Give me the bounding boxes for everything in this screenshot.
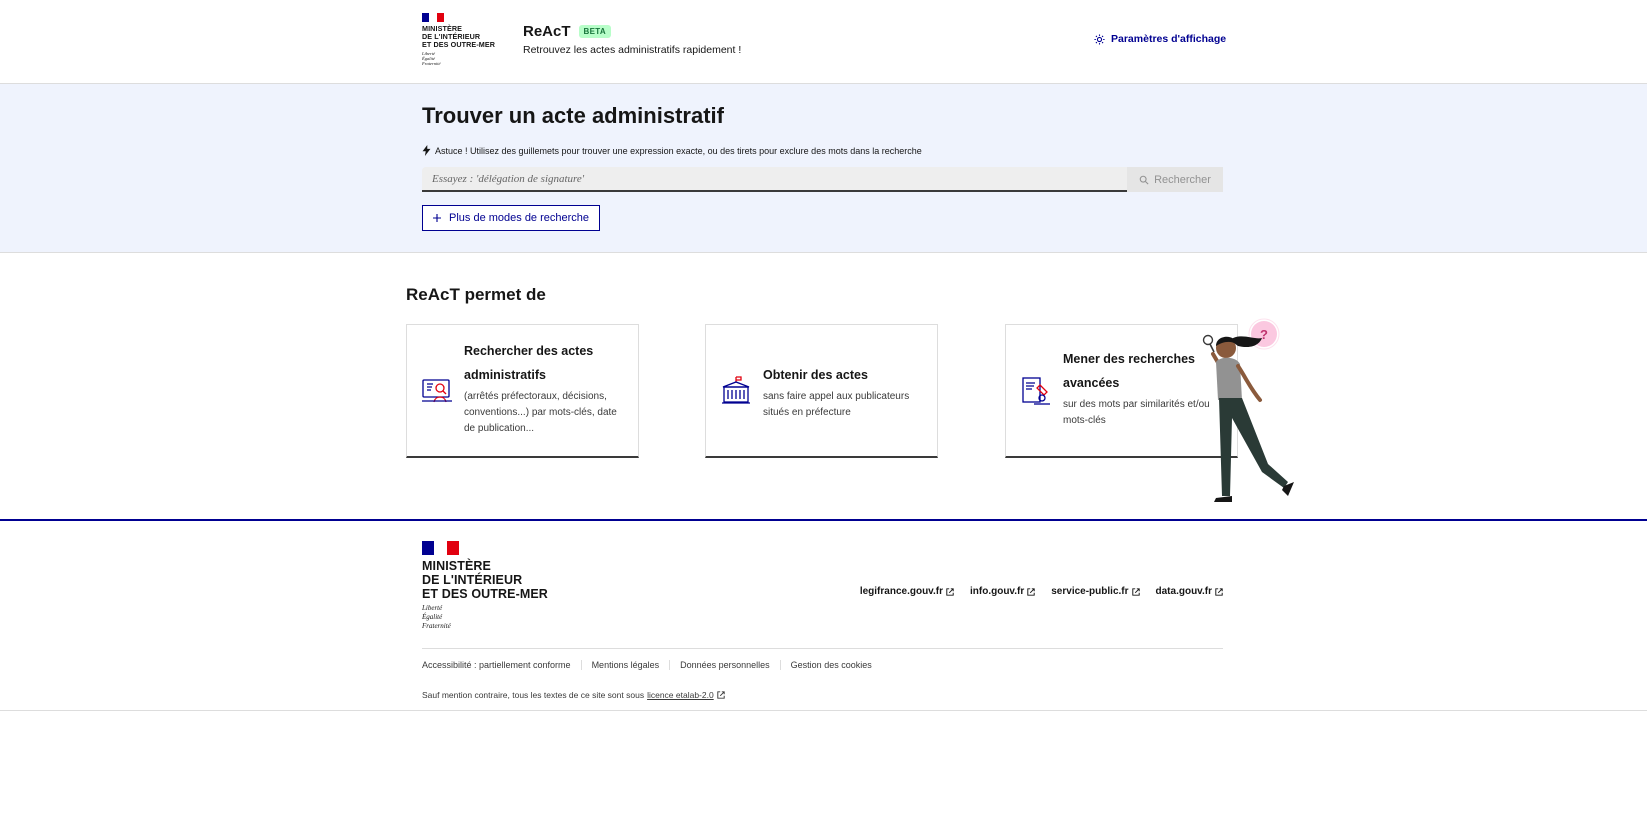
search-bar: Rechercher <box>422 167 1223 192</box>
feature-card-search[interactable]: Rechercher des actes administratifs (arr… <box>406 324 639 458</box>
beta-badge: BETA <box>578 25 611 38</box>
more-search-modes-label: Plus de modes de recherche <box>449 212 590 224</box>
page-title: Trouver un acte administratif <box>422 103 724 128</box>
link-service-public[interactable]: service-public.fr <box>1051 586 1140 597</box>
external-link-icon <box>1027 587 1035 596</box>
magnifier-icon <box>1139 175 1149 185</box>
link-cookie-management[interactable]: Gestion des cookies <box>779 660 882 670</box>
plus-icon <box>433 214 441 222</box>
link-info-gouv[interactable]: info.gouv.fr <box>970 586 1035 597</box>
footer-ministry-name: MINISTÈRE DE L'INTÉRIEUR ET DES OUTRE-ME… <box>422 559 548 601</box>
service-title[interactable]: ReAcT BETA <box>523 23 611 40</box>
feature-card-search-text: Rechercher des actes administratifs (arr… <box>464 339 628 437</box>
display-settings-label: Paramètres d'affichage <box>1111 33 1227 45</box>
service-tagline: Retrouvez les actes administratifs rapid… <box>523 44 742 56</box>
link-accessibility[interactable]: Accessibilité : partiellement conforme <box>422 660 581 670</box>
licence-notice: Sauf mention contraire, tous les textes … <box>422 690 725 700</box>
search-section: Trouver un acte administratif Astuce ! U… <box>0 84 1647 253</box>
link-legal-notices[interactable]: Mentions légales <box>580 660 670 670</box>
service-name: ReAcT <box>523 23 571 40</box>
external-link-icon <box>717 691 725 699</box>
lightning-icon <box>422 145 431 156</box>
ministry-logo[interactable]: MINISTÈRE DE L'INTÉRIEUR ET DES OUTRE-ME… <box>422 13 506 66</box>
link-legifrance[interactable]: legifrance.gouv.fr <box>860 586 954 597</box>
search-button[interactable]: Rechercher <box>1127 167 1223 192</box>
link-personal-data[interactable]: Données personnelles <box>669 660 780 670</box>
svg-text:?: ? <box>1260 327 1268 342</box>
search-tip-text: Astuce ! Utilisez des guillemets pour tr… <box>435 145 922 156</box>
feature-card-obtain-text: Obtenir des actes sans faire appel aux p… <box>763 363 927 421</box>
footer-external-links: legifrance.gouv.fr info.gouv.fr service-… <box>860 586 1223 597</box>
external-link-icon <box>946 587 954 596</box>
ministry-name: MINISTÈRE DE L'INTÉRIEUR ET DES OUTRE-ME… <box>422 24 496 49</box>
feature-card-description: sans faire appel aux publicateurs situés… <box>763 391 910 418</box>
more-search-modes-button[interactable]: Plus de modes de recherche <box>422 205 601 231</box>
feature-card-title: Obtenir des actes <box>763 368 868 382</box>
marianne-flag-icon <box>422 13 444 22</box>
republic-motto: Liberté Égalité Fraternité <box>422 51 441 66</box>
sun-icon <box>1094 33 1105 45</box>
external-link-icon <box>1215 587 1223 596</box>
display-settings-button[interactable]: Paramètres d'affichage <box>1094 33 1226 45</box>
search-input[interactable] <box>422 167 1127 192</box>
site-header: MINISTÈRE DE L'INTÉRIEUR ET DES OUTRE-ME… <box>0 0 1647 84</box>
feature-card-description: (arrêtés préfectoraux, décisions, conven… <box>464 391 617 434</box>
footer-bottom-links: Accessibilité : partiellement conforme M… <box>422 660 882 670</box>
search-documents-icon <box>422 379 452 403</box>
footer-republic-motto: Liberté Égalité Fraternité <box>422 604 451 630</box>
licence-text: Sauf mention contraire, tous les textes … <box>422 690 645 700</box>
marianne-flag-icon <box>422 541 459 555</box>
search-button-label: Rechercher <box>1154 173 1211 186</box>
licence-link[interactable]: licence etalab-2.0 <box>647 690 714 700</box>
link-data-gouv[interactable]: data.gouv.fr <box>1156 586 1223 597</box>
external-link-icon <box>1131 587 1140 596</box>
woman-with-magnifier-illustration: ? <box>1202 318 1294 502</box>
features-title: ReAcT permet de <box>406 285 546 304</box>
feature-card-obtain[interactable]: Obtenir des actes sans faire appel aux p… <box>705 324 938 458</box>
feature-card-title: Rechercher des actes administratifs <box>464 344 594 382</box>
footer-divider <box>422 648 1223 649</box>
prefecture-building-icon <box>722 376 750 404</box>
microscope-document-icon <box>1022 377 1050 405</box>
search-tip: Astuce ! Utilisez des guillemets pour tr… <box>422 145 922 156</box>
site-footer: MINISTÈRE DE L'INTÉRIEUR ET DES OUTRE-ME… <box>0 519 1647 711</box>
footer-ministry-logo[interactable]: MINISTÈRE DE L'INTÉRIEUR ET DES OUTRE-ME… <box>422 541 562 631</box>
